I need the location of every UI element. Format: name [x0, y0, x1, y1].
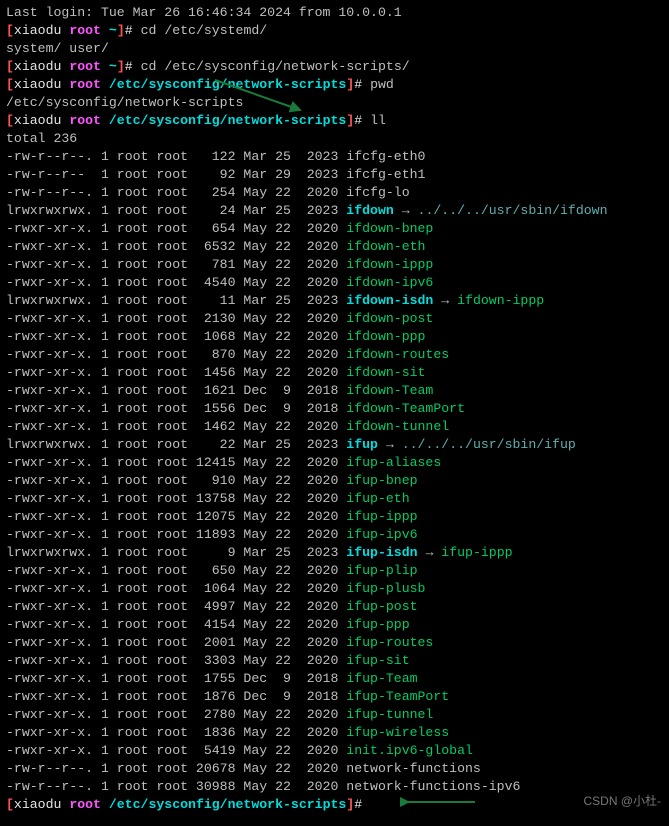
file-row: lrwxrwxrwx. 1 root root 24 Mar 25 2023 i… — [6, 202, 663, 220]
file-row: -rwxr-xr-x. 1 root root 12415 May 22 202… — [6, 454, 663, 472]
file-row: -rwxr-xr-x. 1 root root 650 May 22 2020 … — [6, 562, 663, 580]
file-row: -rwxr-xr-x. 1 root root 1462 May 22 2020… — [6, 418, 663, 436]
file-row: -rw-r--r--. 1 root root 20678 May 22 202… — [6, 760, 663, 778]
file-row: -rwxr-xr-x. 1 root root 12075 May 22 202… — [6, 508, 663, 526]
file-row: -rwxr-xr-x. 1 root root 4154 May 22 2020… — [6, 616, 663, 634]
terminal-window[interactable]: Last login: Tue Mar 26 16:46:34 2024 fro… — [6, 4, 663, 814]
file-row: -rwxr-xr-x. 1 root root 5419 May 22 2020… — [6, 742, 663, 760]
file-row: -rw-r--r--. 1 root root 30988 May 22 202… — [6, 778, 663, 796]
file-row: -rwxr-xr-x. 1 root root 1876 Dec 9 2018 … — [6, 688, 663, 706]
file-row: -rwxr-xr-x. 1 root root 2780 May 22 2020… — [6, 706, 663, 724]
file-row: -rwxr-xr-x. 1 root root 1068 May 22 2020… — [6, 328, 663, 346]
file-row: -rwxr-xr-x. 1 root root 1836 May 22 2020… — [6, 724, 663, 742]
file-row: -rwxr-xr-x. 1 root root 4997 May 22 2020… — [6, 598, 663, 616]
last-login: Last login: Tue Mar 26 16:46:34 2024 fro… — [6, 4, 663, 22]
tab-completion: system/ user/ — [6, 40, 663, 58]
file-row: -rwxr-xr-x. 1 root root 11893 May 22 202… — [6, 526, 663, 544]
file-row: -rwxr-xr-x. 1 root root 2001 May 22 2020… — [6, 634, 663, 652]
file-row: -rwxr-xr-x. 1 root root 1556 Dec 9 2018 … — [6, 400, 663, 418]
file-row: -rwxr-xr-x. 1 root root 6532 May 22 2020… — [6, 238, 663, 256]
file-row: -rw-r--r--. 1 root root 254 May 22 2020 … — [6, 184, 663, 202]
file-row: -rw-r--r--. 1 root root 122 Mar 25 2023 … — [6, 148, 663, 166]
file-row: -rwxr-xr-x. 1 root root 13758 May 22 202… — [6, 490, 663, 508]
file-row: -rwxr-xr-x. 1 root root 1755 Dec 9 2018 … — [6, 670, 663, 688]
file-row: -rwxr-xr-x. 1 root root 1064 May 22 2020… — [6, 580, 663, 598]
file-row: -rwxr-xr-x. 1 root root 4540 May 22 2020… — [6, 274, 663, 292]
prompt-line[interactable]: [xiaodu root /etc/sysconfig/network-scri… — [6, 796, 663, 814]
file-row: -rwxr-xr-x. 1 root root 1621 Dec 9 2018 … — [6, 382, 663, 400]
total-line: total 236 — [6, 130, 663, 148]
file-row: lrwxrwxrwx. 1 root root 9 Mar 25 2023 if… — [6, 544, 663, 562]
file-row: -rwxr-xr-x. 1 root root 654 May 22 2020 … — [6, 220, 663, 238]
prompt-line[interactable]: [xiaodu root ~]# cd /etc/systemd/ — [6, 22, 663, 40]
pwd-output: /etc/sysconfig/network-scripts — [6, 94, 663, 112]
file-row: -rwxr-xr-x. 1 root root 3303 May 22 2020… — [6, 652, 663, 670]
prompt-line[interactable]: [xiaodu root /etc/sysconfig/network-scri… — [6, 112, 663, 130]
file-row: lrwxrwxrwx. 1 root root 22 Mar 25 2023 i… — [6, 436, 663, 454]
file-row: -rwxr-xr-x. 1 root root 2130 May 22 2020… — [6, 310, 663, 328]
watermark: CSDN @小杜- — [583, 792, 661, 810]
file-row: -rwxr-xr-x. 1 root root 1456 May 22 2020… — [6, 364, 663, 382]
file-row: -rwxr-xr-x. 1 root root 781 May 22 2020 … — [6, 256, 663, 274]
prompt-line[interactable]: [xiaodu root ~]# cd /etc/sysconfig/netwo… — [6, 58, 663, 76]
file-row: lrwxrwxrwx. 1 root root 11 Mar 25 2023 i… — [6, 292, 663, 310]
file-row: -rwxr-xr-x. 1 root root 870 May 22 2020 … — [6, 346, 663, 364]
file-row: -rwxr-xr-x. 1 root root 910 May 22 2020 … — [6, 472, 663, 490]
file-row: -rw-r--r-- 1 root root 92 Mar 29 2023 if… — [6, 166, 663, 184]
prompt-line[interactable]: [xiaodu root /etc/sysconfig/network-scri… — [6, 76, 663, 94]
